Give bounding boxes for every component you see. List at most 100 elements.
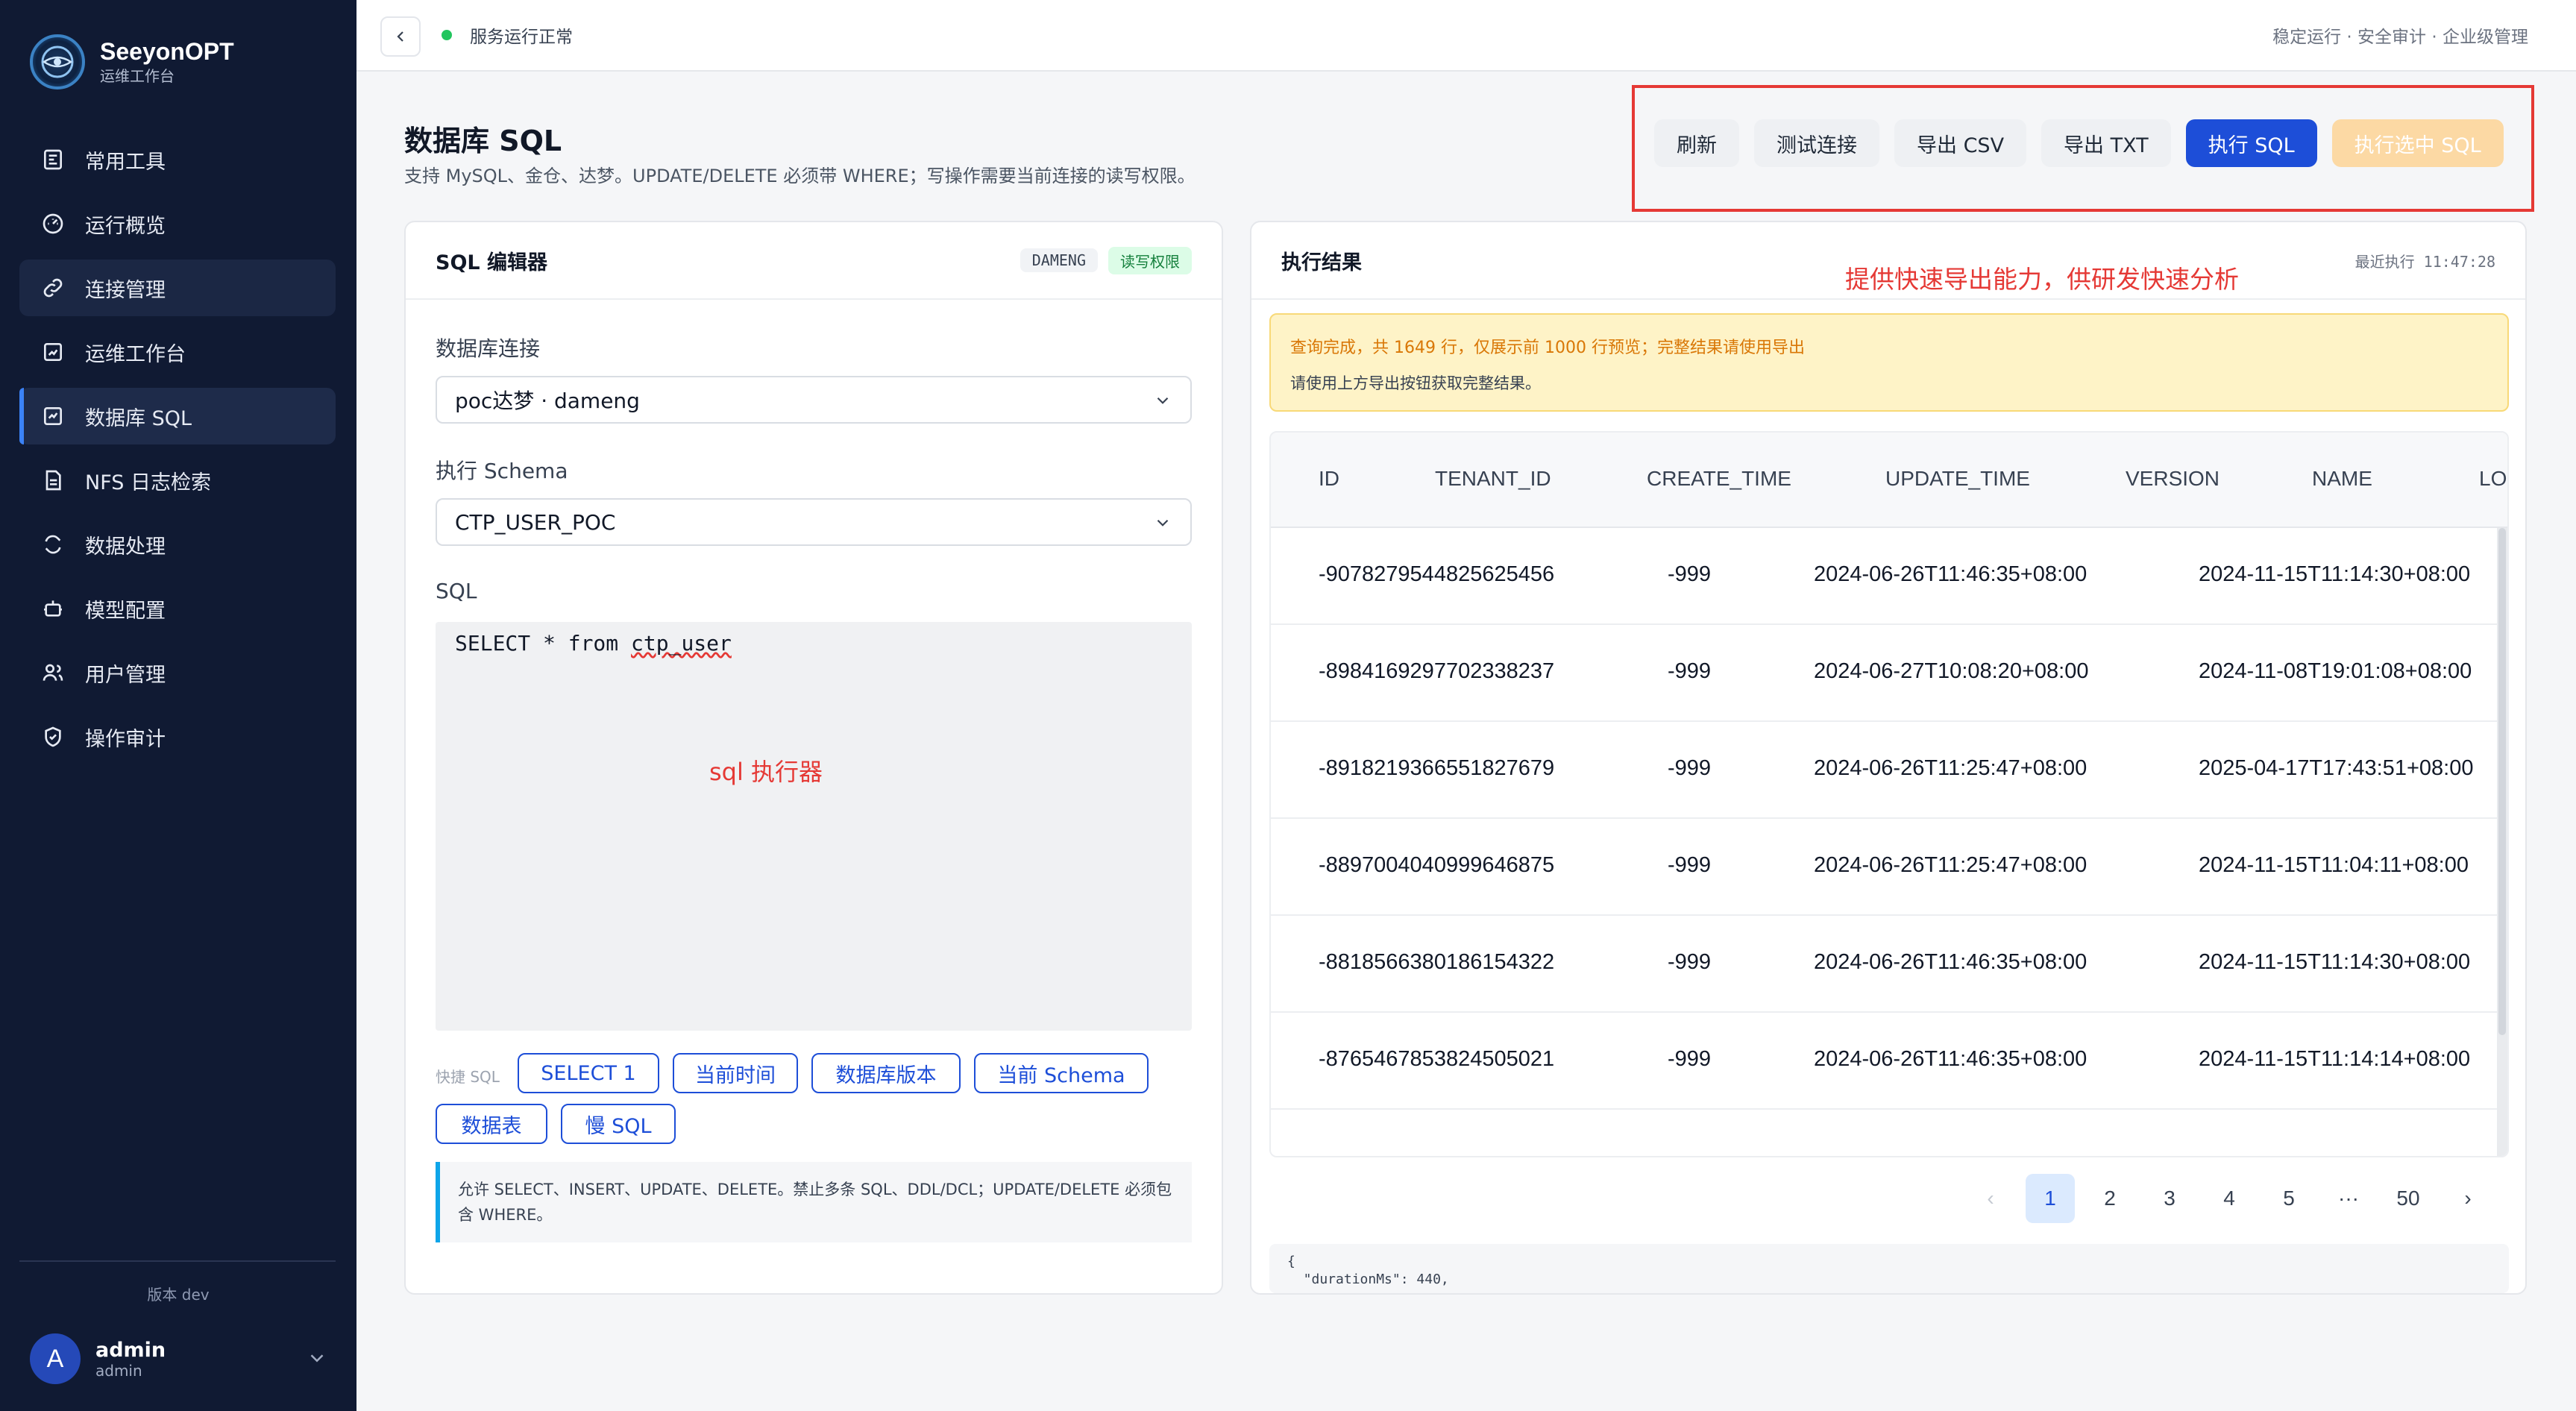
sidebar-item-connections[interactable]: 连接管理: [19, 260, 336, 316]
export-txt-button[interactable]: 导出 TXT: [2041, 119, 2171, 167]
brand[interactable]: SeeyonOPT 运维工作台: [30, 34, 234, 89]
page-50-button[interactable]: 50: [2384, 1174, 2433, 1223]
cell-create-time: 2024-06-26T11:25:47+08:00: [1814, 853, 2087, 877]
export-csv-button[interactable]: 导出 CSV: [1894, 119, 2027, 167]
sidebar-item-database-sql[interactable]: 数据库 SQL: [19, 388, 336, 444]
column-header-create-time[interactable]: CREATE_TIME: [1647, 467, 1791, 491]
sql-editor-card: SQL 编辑器 DAMENG 读写权限 数据库连接 poc达梦 · dameng…: [404, 221, 1223, 1295]
quick-select1-button[interactable]: SELECT 1: [518, 1053, 659, 1093]
column-header-tenant-id[interactable]: TENANT_ID: [1435, 467, 1551, 491]
page-1-button[interactable]: 1: [2026, 1174, 2075, 1223]
permission-badge: 读写权限: [1108, 246, 1192, 274]
sql-textarea[interactable]: SELECT * from ctp_user sql 执行器: [436, 622, 1192, 1031]
cell-id: -8897004040999646875: [1319, 853, 1555, 877]
schema-select[interactable]: CTP_USER_POC: [436, 498, 1192, 546]
refresh-button[interactable]: 刷新: [1654, 119, 1739, 167]
cell-update-time: 2025-04-17T17:43:51+08:00: [2199, 756, 2474, 780]
avatar: A: [30, 1333, 81, 1384]
cell-create-time: 2024-06-27T10:08:20+08:00: [1814, 659, 2089, 683]
prev-page-button[interactable]: ‹: [1966, 1174, 2015, 1223]
schema-value: CTP_USER_POC: [455, 509, 616, 535]
quick-current-schema-button[interactable]: 当前 Schema: [974, 1053, 1149, 1093]
result-table: ID TENANT_ID CREATE_TIME UPDATE_TIME VER…: [1269, 431, 2509, 1157]
shield-icon: [40, 724, 66, 750]
cell-update-time: 2024-11-15T11:04:11+08:00: [2199, 853, 2469, 877]
cell-tenant-id: -999: [1668, 950, 1712, 974]
table-row[interactable]: -8765467853824505021 -999 2024-06-26T11:…: [1271, 1013, 2507, 1110]
table-row[interactable]: -8918219366551827679 -999 2024-06-26T11:…: [1271, 722, 2507, 819]
execute-sql-button[interactable]: 执行 SQL: [2185, 119, 2317, 167]
sidebar-item-label: 连接管理: [85, 278, 166, 302]
quick-sql-label: 快捷 SQL: [436, 1068, 500, 1086]
export-annotation: 提供快速导出能力，供研发快速分析: [1845, 265, 2239, 294]
column-header-update-time[interactable]: UPDATE_TIME: [1885, 467, 2030, 491]
cell-tenant-id: -999: [1668, 1047, 1712, 1071]
quick-current-time-button[interactable]: 当前时间: [673, 1053, 798, 1093]
column-header-id[interactable]: ID: [1319, 467, 1339, 491]
page-ellipsis[interactable]: ···: [2324, 1174, 2373, 1223]
quick-tables-button[interactable]: 数据表: [436, 1104, 547, 1144]
sidebar-item-label: 操作审计: [85, 727, 166, 751]
link-icon: [40, 275, 66, 301]
scrollbar-thumb[interactable]: [2498, 528, 2506, 1035]
table-header: ID TENANT_ID CREATE_TIME UPDATE_TIME VER…: [1271, 433, 2507, 528]
table-row[interactable]: -8818566380186154322 -999 2024-06-26T11:…: [1271, 916, 2507, 1013]
cell-id: -8918219366551827679: [1319, 756, 1555, 780]
column-header-loc[interactable]: LOC: [2479, 467, 2507, 491]
sql-code: SELECT * from ctp_user: [455, 631, 732, 656]
table-row[interactable]: -8984169297702338237 -999 2024-06-27T10:…: [1271, 625, 2507, 722]
version-label: 版本 dev: [147, 1286, 210, 1304]
cell-create-time: 2024-06-26T11:25:47+08:00: [1814, 756, 2087, 780]
cell-update-time: 2024-11-15T11:14:14+08:00: [2199, 1047, 2471, 1071]
sidebar-item-users[interactable]: 用户管理: [19, 644, 336, 701]
table-row-partial[interactable]: [1271, 1110, 2507, 1156]
test-connection-button[interactable]: 测试连接: [1754, 119, 1879, 167]
cell-create-time: 2024-06-26T11:46:35+08:00: [1814, 1047, 2087, 1071]
query-notice: 查询完成，共 1649 行，仅展示前 1000 行预览；完整结果请使用导出 请使…: [1269, 313, 2509, 412]
page-2-button[interactable]: 2: [2085, 1174, 2134, 1223]
sidebar-item-model-config[interactable]: 模型配置: [19, 580, 336, 637]
cell-id: -8818566380186154322: [1319, 950, 1555, 974]
result-card: 执行结果 最近执行 11:47:28 提供快速导出能力，供研发快速分析 查询完成…: [1250, 221, 2527, 1295]
page-3-button[interactable]: 3: [2145, 1174, 2194, 1223]
sidebar-item-overview[interactable]: 运行概览: [19, 195, 336, 252]
next-page-button[interactable]: ›: [2443, 1174, 2492, 1223]
cell-update-time: 2024-11-08T19:01:08+08:00: [2199, 659, 2472, 683]
sidebar-item-audit[interactable]: 操作审计: [19, 708, 336, 765]
page-description: 支持 MySQL、金仓、达梦。UPDATE/DELETE 必须带 WHERE；写…: [404, 166, 1196, 186]
pagination: ‹ 1 2 3 4 5 ··· 50 ›: [1955, 1174, 2492, 1223]
tagline: 稳定运行 · 安全审计 · 企业级管理: [2272, 28, 2528, 47]
notice-sub: 请使用上方导出按钮获取完整结果。: [1290, 374, 1541, 392]
cell-tenant-id: -999: [1668, 853, 1712, 877]
execute-selected-sql-button[interactable]: 执行选中 SQL: [2331, 119, 2504, 167]
sidebar-item-tools[interactable]: 常用工具: [19, 131, 336, 188]
table-row[interactable]: -8897004040999646875 -999 2024-06-26T11:…: [1271, 819, 2507, 916]
cell-id: -9078279544825625456: [1319, 562, 1555, 586]
refresh-icon: [40, 532, 66, 557]
sidebar-item-label: 模型配置: [85, 599, 166, 623]
page-5-button[interactable]: 5: [2264, 1174, 2313, 1223]
chevron-down-icon: [1157, 397, 1169, 404]
page-4-button[interactable]: 4: [2205, 1174, 2254, 1223]
sidebar-item-label: 用户管理: [85, 663, 166, 687]
sidebar-item-workbench[interactable]: 运维工作台: [19, 324, 336, 380]
table-scrollbar[interactable]: [2497, 528, 2507, 1156]
status-text: 服务运行正常: [470, 28, 573, 47]
cell-tenant-id: -999: [1668, 562, 1712, 586]
quick-db-version-button[interactable]: 数据库版本: [811, 1053, 961, 1093]
sidebar-item-data-processing[interactable]: 数据处理: [19, 516, 336, 573]
back-button[interactable]: [380, 16, 421, 57]
column-header-version[interactable]: VERSION: [2126, 467, 2220, 491]
topbar: 服务运行正常 稳定运行 · 安全审计 · 企业级管理: [356, 0, 2576, 72]
gauge-icon: [40, 211, 66, 236]
sidebar: SeeyonOPT 运维工作台 常用工具 运行概览 连接管理 运维工作台 数据库…: [0, 0, 356, 1411]
cell-id: -8984169297702338237: [1319, 659, 1555, 683]
chevron-down-icon[interactable]: [306, 1347, 328, 1369]
table-row[interactable]: -9078279544825625456 -999 2024-06-26T11:…: [1271, 528, 2507, 625]
user-menu[interactable]: A admin admin: [30, 1333, 328, 1384]
sidebar-item-nfs-logs[interactable]: NFS 日志检索: [19, 452, 336, 509]
connection-select[interactable]: poc达梦 · dameng: [436, 376, 1192, 424]
column-header-name[interactable]: NAME: [2312, 467, 2372, 491]
quick-slow-sql-button[interactable]: 慢 SQL: [561, 1104, 676, 1144]
cell-update-time: 2024-11-15T11:14:30+08:00: [2199, 562, 2471, 586]
